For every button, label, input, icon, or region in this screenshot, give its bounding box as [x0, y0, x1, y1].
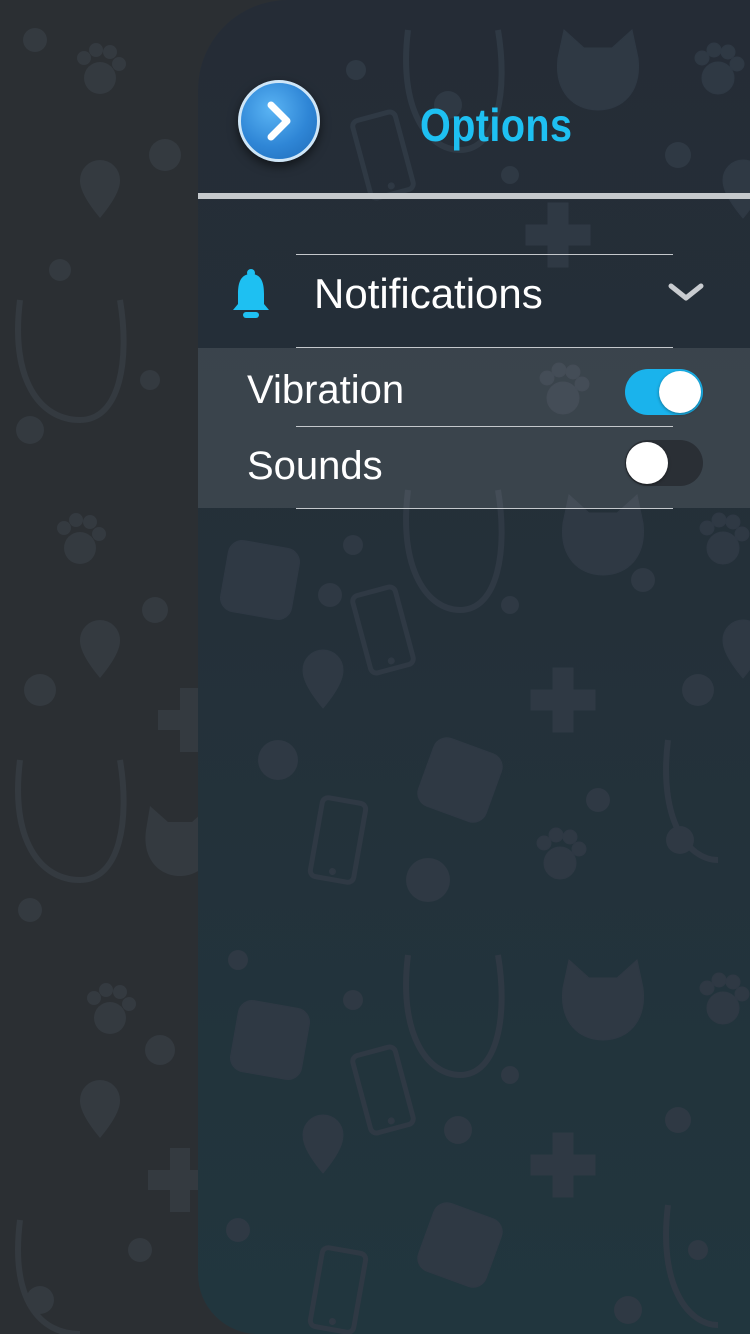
- panel-background-pattern: [217, 29, 750, 1334]
- divider: [296, 254, 673, 255]
- sounds-toggle[interactable]: [625, 440, 703, 486]
- options-panel: Options Notifications Vibration Sounds: [198, 0, 750, 1334]
- page-title: Options: [420, 99, 573, 151]
- toggle-knob: [626, 442, 668, 484]
- toggle-knob: [659, 371, 701, 413]
- bell-icon: [233, 269, 269, 318]
- divider: [296, 426, 673, 427]
- sounds-label: Sounds: [247, 444, 383, 488]
- chevron-down-icon[interactable]: [668, 282, 704, 302]
- divider: [296, 508, 673, 509]
- back-button[interactable]: [238, 80, 320, 162]
- vibration-label: Vibration: [247, 368, 405, 412]
- header-divider: [198, 193, 750, 199]
- chevron-right-icon: [267, 101, 291, 141]
- notifications-label: Notifications: [314, 270, 543, 317]
- notification-options: Vibration Sounds: [198, 348, 750, 508]
- vibration-toggle[interactable]: [625, 369, 703, 415]
